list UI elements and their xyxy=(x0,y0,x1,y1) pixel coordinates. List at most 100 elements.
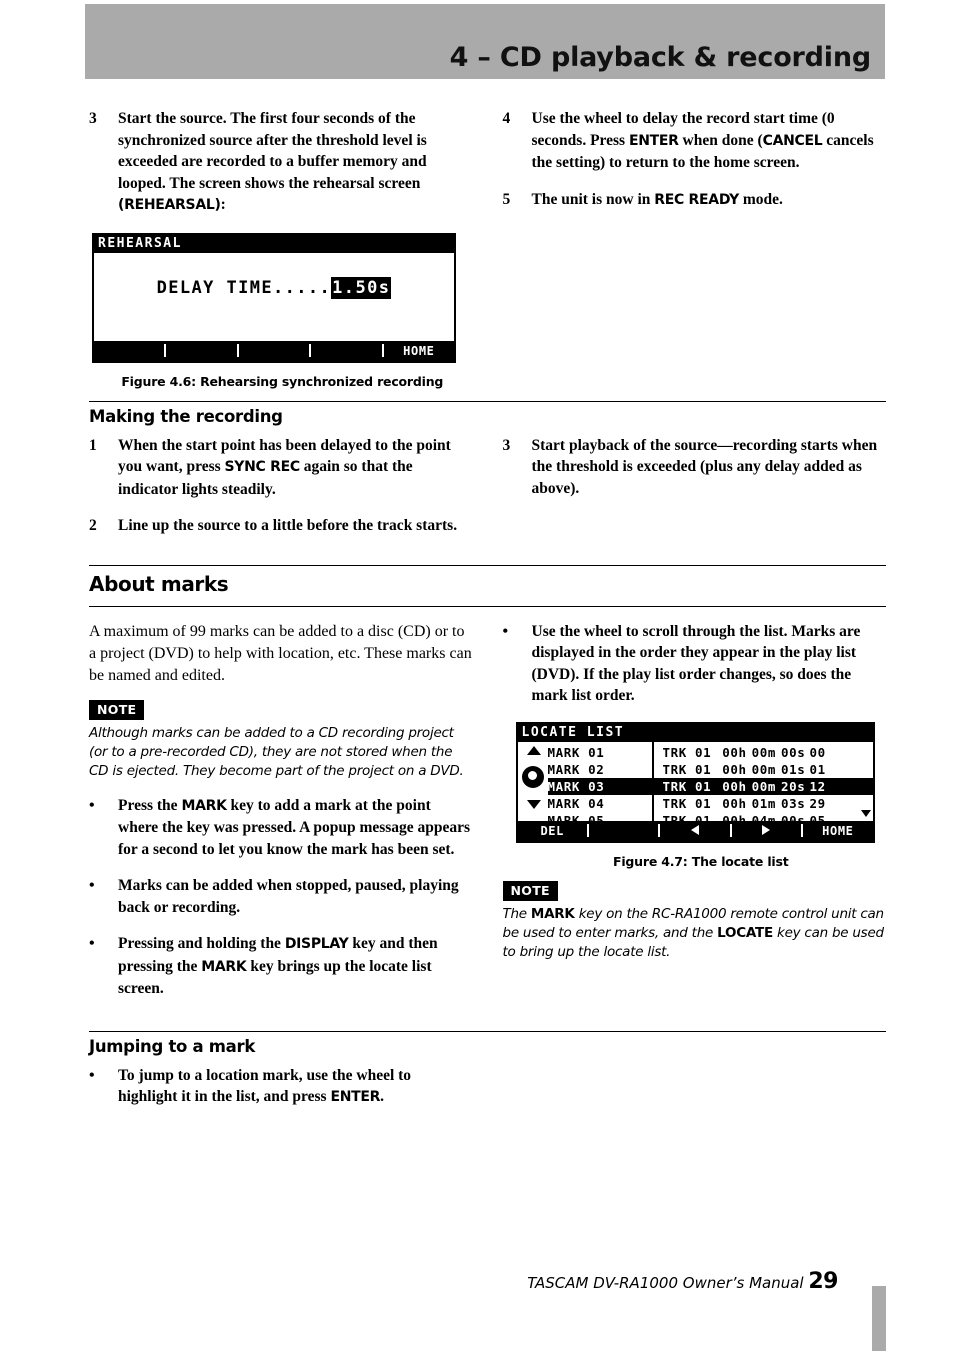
top-right-column: 4 Use the wheel to delay the record star… xyxy=(503,108,887,389)
about-marks-intro: A maximum of 99 marks can be added to a … xyxy=(89,622,472,684)
bullet-text: Press the MARK key to add a mark at the … xyxy=(118,795,473,861)
footer-chapter-tab xyxy=(872,1286,886,1351)
mark-seconds: 01s xyxy=(781,761,806,777)
note-pre: The xyxy=(502,905,531,922)
mark-frames: 12 xyxy=(809,778,826,794)
mark-track: TRK 01 xyxy=(662,795,712,811)
page-content: 3 Start the source. The first four secon… xyxy=(89,108,886,1124)
jumping-columns: • To jump to a location mark, use the wh… xyxy=(89,1065,886,1124)
chapter-title: 4 – CD playback & recording xyxy=(449,42,872,73)
mark-seconds: 03s xyxy=(781,795,806,811)
softkey-next[interactable] xyxy=(732,822,801,840)
locate-list-row[interactable]: MARK 02 TRK 01 00h 00m 01s 01 xyxy=(548,761,873,778)
delay-time-label: DELAY TIME..... xyxy=(156,277,332,298)
top-columns: 3 Start the source. The first four secon… xyxy=(89,108,886,389)
making-recording-right: 3 Start playback of the source—recording… xyxy=(503,435,887,552)
bullet-icon: • xyxy=(89,796,95,814)
step-3-main: Start the source. The first four seconds… xyxy=(118,110,427,192)
step-2: 2 Line up the source to a little before … xyxy=(89,515,473,537)
bullet-icon: • xyxy=(89,935,95,952)
bullet-icon: • xyxy=(502,622,509,640)
step-3-screenname: (REHEARSAL) xyxy=(118,197,221,213)
wheel-icon[interactable] xyxy=(521,765,544,788)
about-marks-right: • Use the wheel to scroll through the li… xyxy=(502,621,887,1015)
figure-4-7-caption: Figure 4.7: The locate list xyxy=(612,853,789,869)
mark-minutes: 00m xyxy=(751,744,777,760)
list-item: • Pressing and holding the DISPLAY key a… xyxy=(89,933,473,1000)
step-text: Use the wheel to delay the record start … xyxy=(532,108,887,174)
note-badge: NOTE xyxy=(89,699,145,720)
step-3-colon: : xyxy=(220,196,226,213)
step-3b: 3 Start playback of the source—recording… xyxy=(503,435,887,500)
scroll-up-icon[interactable] xyxy=(526,745,541,755)
list-item: • To jump to a location mark, use the wh… xyxy=(89,1065,473,1109)
mark-name: MARK 02 xyxy=(547,761,605,777)
mark-name: MARK 01 xyxy=(547,744,605,760)
mark-minutes: 01m xyxy=(751,795,777,811)
jump-post: . xyxy=(380,1088,385,1105)
mark-track: TRK 01 xyxy=(662,744,712,760)
jumping-heading: Jumping to a mark xyxy=(89,1036,256,1056)
mark-hours: 00h xyxy=(722,744,747,760)
softkey-home[interactable]: HOME xyxy=(384,342,454,360)
step-4: 4 Use the wheel to delay the record star… xyxy=(503,108,887,174)
note-text: Although marks can be added to a CD reco… xyxy=(89,724,464,779)
softkey-del[interactable]: DEL xyxy=(518,822,587,840)
note-block-right: NOTE The MARK key on the RC-RA1000 remot… xyxy=(502,880,887,962)
step-number: 3 xyxy=(89,110,97,127)
making-recording-columns: 1 When the start point has been delayed … xyxy=(89,435,886,552)
jumping-section: Jumping to a mark • To jump to a locatio… xyxy=(89,1030,886,1124)
about-marks-section: About marks A maximum of 99 marks can be… xyxy=(89,564,886,1015)
step-text: Start the source. The first four seconds… xyxy=(118,108,473,217)
section-rule-bottom xyxy=(89,605,886,607)
mark-minutes: 00m xyxy=(751,761,777,777)
section-rule-top xyxy=(89,564,886,566)
delay-time-value[interactable]: 1.50s xyxy=(331,276,392,299)
about-marks-heading: About marks xyxy=(89,571,229,596)
scroll-down-icon[interactable] xyxy=(526,799,541,809)
page-header-bar: 4 – CD playback & recording xyxy=(85,4,885,79)
step-text: When the start point has been delayed to… xyxy=(118,435,473,501)
rehearsal-screen: REHEARSAL DELAY TIME.....1.50s HOME xyxy=(92,232,456,363)
mark-hours: 00h xyxy=(722,761,747,777)
mark-hours: 00h xyxy=(722,795,747,811)
step-number: 1 xyxy=(89,436,97,454)
about-marks-columns: A maximum of 99 marks can be added to a … xyxy=(89,621,886,1015)
softkey-prev[interactable] xyxy=(660,822,729,840)
bullet-text: Pressing and holding the DISPLAY key and… xyxy=(118,933,473,1000)
step-number: 4 xyxy=(502,110,511,127)
note-badge: NOTE xyxy=(502,880,558,901)
step-5-pre: The unit is now in xyxy=(531,190,655,208)
scroll-more-down-icon xyxy=(860,809,871,817)
softkey-home[interactable]: HOME xyxy=(803,822,872,840)
step-4-mid: when done ( xyxy=(678,131,763,149)
mark-seconds: 20s xyxy=(781,778,806,794)
locate-list-row-selected[interactable]: MARK 03 TRK 01 00h 00m 20s 12 xyxy=(547,777,873,795)
delay-time-row: DELAY TIME.....1.50s xyxy=(156,276,392,299)
column-divider xyxy=(651,741,654,821)
mark-track: TRK 01 xyxy=(662,761,712,777)
step-number: 5 xyxy=(502,190,511,208)
section-rule xyxy=(89,400,886,402)
making-recording-heading: Making the recording xyxy=(89,406,283,426)
locate-list-title: LOCATE LIST xyxy=(517,723,873,742)
bullet-icon: • xyxy=(89,1066,95,1084)
softkey-separator xyxy=(586,824,589,837)
jumping-left: • To jump to a location mark, use the wh… xyxy=(89,1065,473,1124)
note-text: The MARK key on the RC-RA1000 remote con… xyxy=(503,905,887,962)
locate-list-row[interactable]: MARK 04 TRK 01 00h 01m 03s 29 xyxy=(548,795,873,812)
step-1: 1 When the start point has been delayed … xyxy=(89,435,473,501)
locate-list-rows: MARK 01 TRK 01 00h 00m 00s 00 MARK 02 TR… xyxy=(547,741,873,828)
jumping-right xyxy=(503,1065,887,1124)
key-enter: ENTER xyxy=(628,132,679,149)
bullet-icon: • xyxy=(89,877,95,894)
key-mark: MARK xyxy=(530,905,575,922)
mark-seconds: 00s xyxy=(781,744,806,760)
bullet-text: Use the wheel to scroll through the list… xyxy=(531,622,861,705)
mark-track: TRK 01 xyxy=(662,778,712,794)
making-recording-left: 1 When the start point has been delayed … xyxy=(89,435,473,552)
step-5: 5 The unit is now in REC READY mode. xyxy=(503,189,887,212)
locate-list-row[interactable]: MARK 01 TRK 01 00h 00m 00s 00 xyxy=(548,744,873,761)
note-block-left: NOTE Although marks can be added to a CD… xyxy=(89,699,473,781)
key-rec-ready: REC READY xyxy=(654,191,739,208)
